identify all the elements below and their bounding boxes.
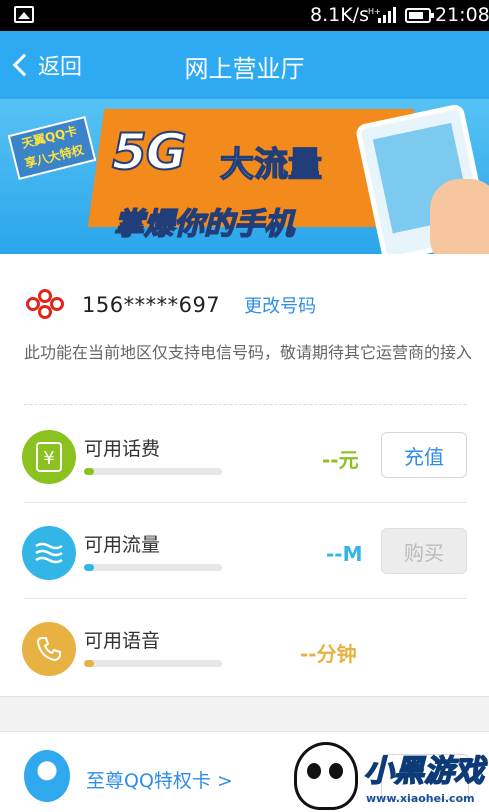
section-gap xyxy=(0,696,489,732)
banner-flow-text: 大流量 xyxy=(219,144,323,186)
panda-logo-icon xyxy=(294,742,358,810)
watermark-site: www.xiaohei.com xyxy=(366,792,475,805)
account-card: 156*****697 更改号码 此功能在当前地区仅支持电信号码，敬请期待其它运… xyxy=(0,254,489,696)
waves-icon xyxy=(22,526,76,580)
buy-button[interactable]: 购买 xyxy=(381,528,467,574)
balance-label: 可用流量 xyxy=(84,534,161,556)
balance-progress xyxy=(84,564,222,571)
gallery-notification-icon xyxy=(14,6,34,23)
qq-card-link[interactable]: 至尊QQ特权卡 > xyxy=(86,766,233,793)
clock: 21:08 xyxy=(435,4,489,26)
balance-label: 可用语音 xyxy=(84,630,161,652)
balance-progress xyxy=(84,660,222,667)
svg-text:H+: H+ xyxy=(368,7,381,16)
svg-text:¥: ¥ xyxy=(43,448,54,469)
balance-label: 可用话费 xyxy=(84,438,161,460)
balance-value: --元 xyxy=(322,448,359,472)
phone-call-icon xyxy=(22,622,76,676)
region-notice: 此功能在当前地区仅支持电信号码，敬请期待其它运营商的接入 xyxy=(24,343,473,362)
balance-value: --分钟 xyxy=(300,642,357,666)
change-number-link[interactable]: 更改号码 xyxy=(244,292,316,318)
banner-5g-text: 5G xyxy=(111,122,188,182)
phone-row: 156*****697 更改号码 xyxy=(24,288,316,322)
balance-row-data: 可用流量 --M 购买 xyxy=(0,526,489,622)
banner-slogan: 掌爆你的手机 xyxy=(113,206,295,243)
balance-progress xyxy=(84,468,222,475)
balance-value: --M xyxy=(326,542,363,566)
promo-banner[interactable]: 天翼QQ卡 享八大特权 5G 大流量 掌爆你的手机 xyxy=(0,99,489,254)
phone-number: 156*****697 xyxy=(82,293,221,317)
status-bar: 8.1K/s H+ 21:08 xyxy=(0,0,489,31)
battery-icon xyxy=(405,8,434,23)
network-speed: 8.1K/s xyxy=(310,4,369,26)
qq-penguin-icon xyxy=(24,750,70,802)
watermark: 小黑游戏 www.xiaohei.com xyxy=(294,742,489,812)
divider xyxy=(24,404,467,405)
hand-illustration-icon xyxy=(430,179,489,254)
watermark-brand: 小黑游戏 xyxy=(363,753,485,790)
yuan-icon: ¥ xyxy=(22,430,76,484)
nav-bar: 返回 网上营业厅 xyxy=(0,31,489,99)
page-title: 网上营业厅 xyxy=(184,55,305,83)
balance-row-credit: ¥ 可用话费 --元 充值 xyxy=(0,430,489,526)
china-unicom-logo-icon xyxy=(24,288,68,322)
recharge-button[interactable]: 充值 xyxy=(381,432,467,478)
signal-icon: H+ xyxy=(368,7,396,23)
